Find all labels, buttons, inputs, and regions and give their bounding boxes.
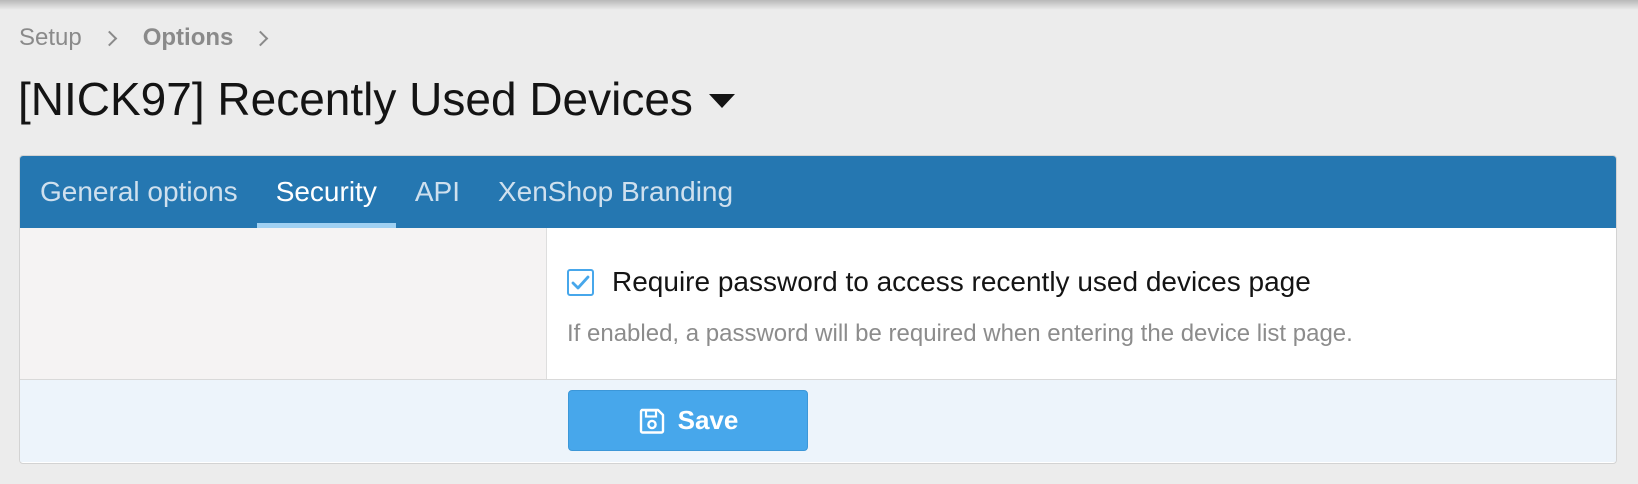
tab-api[interactable]: API bbox=[396, 156, 479, 228]
options-panel: General options Security API XenShop Bra… bbox=[19, 155, 1617, 464]
chevron-right-icon bbox=[253, 30, 269, 46]
floppy-disk-icon bbox=[638, 407, 666, 435]
breadcrumb: Setup Options bbox=[19, 24, 294, 52]
save-button[interactable]: Save bbox=[568, 390, 808, 451]
tab-xenshop-branding[interactable]: XenShop Branding bbox=[479, 156, 752, 228]
save-button-label: Save bbox=[677, 405, 739, 435]
require-password-hint: If enabled, a password will be required … bbox=[567, 320, 1353, 347]
page-title[interactable]: [NICK97] Recently Used Devices bbox=[18, 72, 735, 126]
breadcrumb-options[interactable]: Options bbox=[143, 24, 234, 52]
form-row-require-password: Require password to access recently used… bbox=[20, 228, 1616, 380]
form-row-input-column: Require password to access recently used… bbox=[547, 228, 1616, 379]
tab-security[interactable]: Security bbox=[256, 156, 396, 228]
caret-down-icon[interactable] bbox=[708, 94, 735, 108]
tab-general-options[interactable]: General options bbox=[21, 156, 257, 228]
top-shadow bbox=[0, 0, 1638, 10]
require-password-checkbox[interactable] bbox=[567, 268, 594, 296]
submit-row: Save bbox=[20, 380, 1616, 462]
breadcrumb-setup[interactable]: Setup bbox=[19, 24, 82, 52]
require-password-option[interactable]: Require password to access recently used… bbox=[567, 266, 1616, 298]
page-title-text: [NICK97] Recently Used Devices bbox=[18, 73, 693, 125]
tab-bar: General options Security API XenShop Bra… bbox=[20, 156, 1616, 228]
form-row-label-column bbox=[20, 228, 547, 379]
chevron-right-icon bbox=[101, 30, 117, 46]
require-password-label: Require password to access recently used… bbox=[612, 266, 1311, 297]
check-icon bbox=[571, 275, 590, 289]
